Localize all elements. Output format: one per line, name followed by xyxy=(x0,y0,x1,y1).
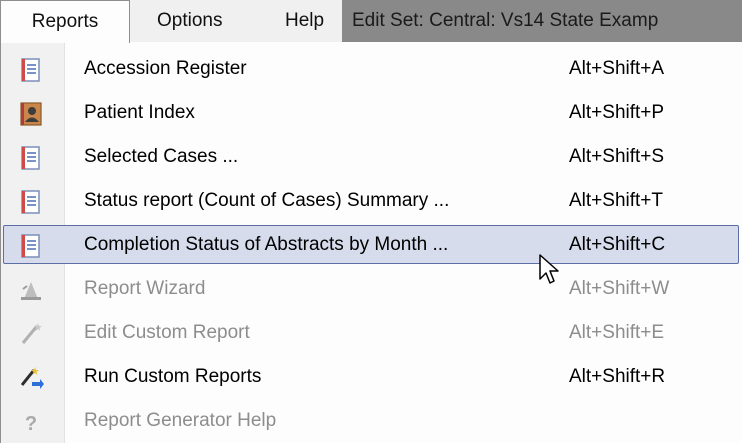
menu-item-completion-status[interactable]: Completion Status of Abstracts by Month … xyxy=(1,223,742,267)
menu-item-shortcut: Alt+Shift+W xyxy=(569,278,670,299)
menu-bar: Reports Options Help Edit Set: Central: … xyxy=(0,0,742,43)
menu-item-shortcut: Alt+Shift+R xyxy=(569,366,666,387)
menu-item-shortcut: Alt+Shift+E xyxy=(569,322,665,343)
menu-item-label: Run Custom Reports xyxy=(84,366,262,387)
menu-help[interactable]: Help xyxy=(285,0,324,42)
menu-item-label: Selected Cases ... xyxy=(84,146,239,167)
menu-options[interactable]: Options xyxy=(157,0,222,42)
magic-wand-icon xyxy=(21,323,42,344)
wizard-hat-icon xyxy=(21,282,41,300)
reports-dropdown: Accession Register Alt+Shift+A Patient I… xyxy=(0,42,742,443)
menu-item-shortcut: Alt+Shift+T xyxy=(569,190,663,211)
menu-item-label: Completion Status of Abstracts by Month … xyxy=(84,234,449,255)
menu-item-label: Accession Register xyxy=(84,58,247,79)
menu-reports[interactable]: Reports xyxy=(0,0,130,43)
menu-item-report-wizard[interactable]: Report Wizard Alt+Shift+W xyxy=(1,267,742,311)
svg-text:?: ? xyxy=(25,413,37,435)
menu-item-run-custom-reports[interactable]: Run Custom Reports Alt+Shift+R xyxy=(1,355,742,399)
menu-item-patient-index[interactable]: Patient Index Alt+Shift+P xyxy=(1,91,742,135)
patient-index-icon xyxy=(20,102,42,126)
magic-wand-run-icon xyxy=(20,367,44,389)
edit-set-title: Edit Set: Central: Vs14 State Examp xyxy=(342,0,742,42)
menu-item-shortcut: Alt+Shift+C xyxy=(569,234,666,255)
report-icon xyxy=(21,146,40,170)
menu-item-label: Report Generator Help xyxy=(84,410,277,431)
menu-item-status-report[interactable]: Status report (Count of Cases) Summary .… xyxy=(1,179,742,223)
menu-item-label: Status report (Count of Cases) Summary .… xyxy=(84,190,450,211)
menu-item-shortcut: Alt+Shift+P xyxy=(569,102,665,123)
menu-item-label: Patient Index xyxy=(84,102,195,123)
menu-item-edit-custom-report[interactable]: Edit Custom Report Alt+Shift+E xyxy=(1,311,742,355)
menu-item-label: Edit Custom Report xyxy=(84,322,250,343)
menu-item-selected-cases[interactable]: Selected Cases ... Alt+Shift+S xyxy=(1,135,742,179)
report-icon xyxy=(21,58,40,82)
report-icon xyxy=(21,234,40,258)
menu-item-shortcut: Alt+Shift+A xyxy=(569,58,665,79)
menu-item-report-generator-help[interactable]: ? Report Generator Help xyxy=(1,399,742,443)
menu-item-shortcut: Alt+Shift+S xyxy=(569,146,665,167)
help-question-icon: ? xyxy=(25,413,37,435)
report-icon xyxy=(21,190,40,214)
menu-item-accession-register[interactable]: Accession Register Alt+Shift+A xyxy=(1,47,742,91)
menu-item-label: Report Wizard xyxy=(84,278,206,299)
